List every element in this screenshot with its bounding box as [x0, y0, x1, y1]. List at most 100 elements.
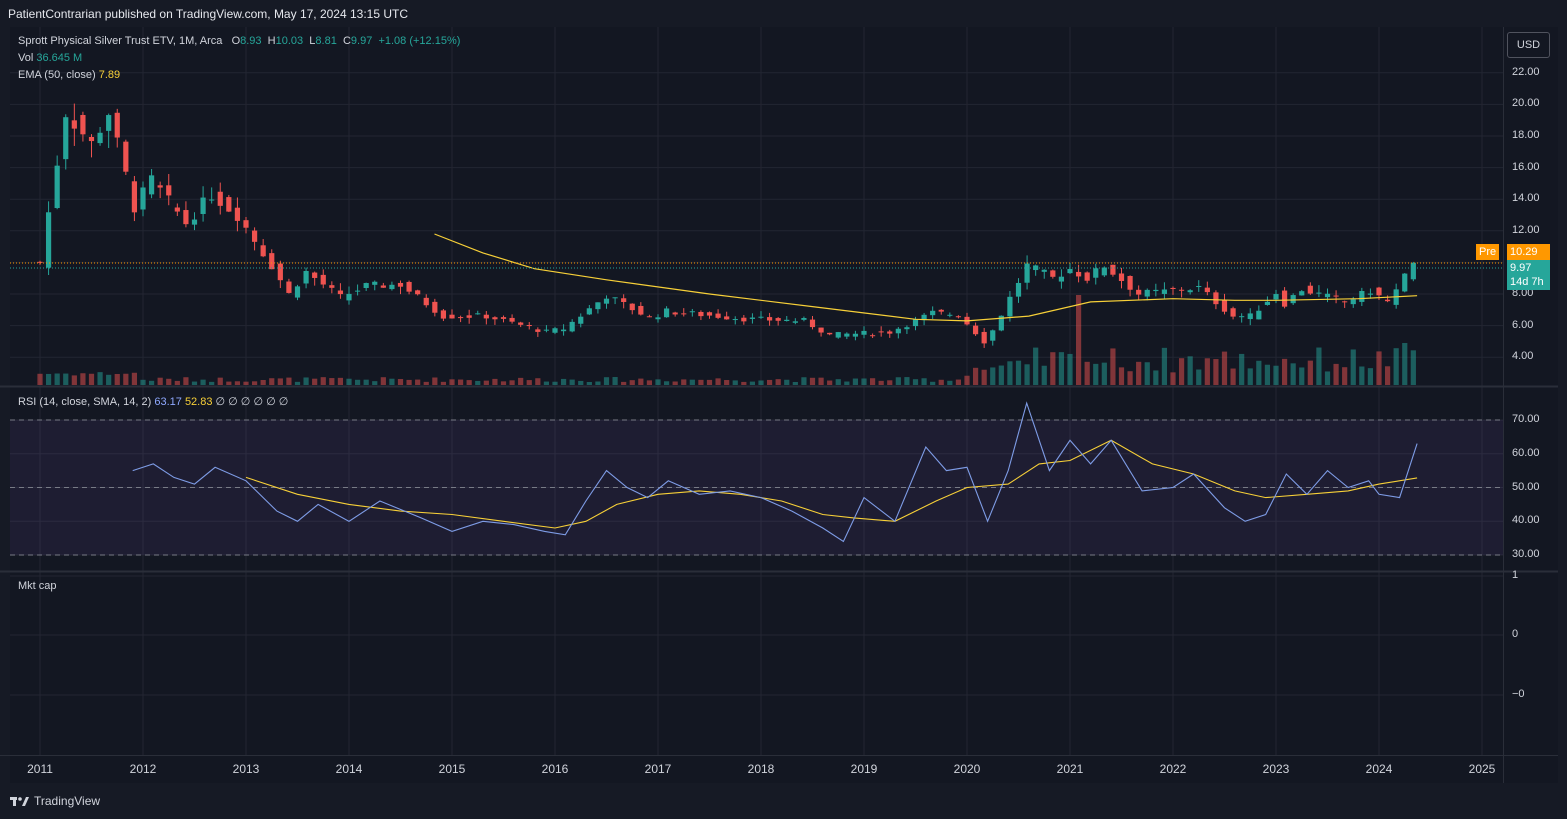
candle-body: [1359, 291, 1365, 302]
volume-bar: [749, 381, 756, 385]
candle-body: [689, 311, 695, 313]
volume-bar: [1161, 347, 1168, 385]
candle-body: [372, 281, 378, 285]
volume-bar: [698, 379, 704, 385]
candle-body: [784, 319, 790, 322]
candle-body: [1127, 275, 1133, 290]
volume-bar: [1350, 349, 1356, 385]
volume-bar: [1127, 371, 1133, 385]
volume-bar: [518, 377, 524, 385]
volume-bar: [981, 369, 987, 385]
candle-body: [818, 327, 824, 333]
candle-body: [200, 197, 206, 214]
volume-bar: [724, 380, 730, 385]
candle-body: [990, 330, 996, 341]
candle-body: [578, 316, 584, 324]
candle-body: [1041, 269, 1047, 272]
candle-body: [363, 283, 369, 288]
volume-bar: [406, 379, 412, 385]
candle-body: [217, 191, 223, 206]
candle-body: [904, 327, 910, 330]
candle-body: [1333, 295, 1339, 297]
price-tick-label: 12.00: [1512, 223, 1540, 236]
x-tick-label: 2016: [541, 762, 569, 776]
volume-bar: [1058, 352, 1065, 385]
volume-bar: [97, 372, 103, 385]
volume-bar: [174, 380, 180, 385]
price-tick-label: 18.00: [1512, 129, 1540, 141]
x-tick-label: 2015: [438, 762, 466, 776]
volume-bar: [1170, 372, 1176, 385]
chart-canvas[interactable]: [0, 0, 1567, 819]
candle-body: [226, 197, 232, 212]
volume-bar: [947, 380, 953, 385]
high-value: 10.03: [275, 35, 304, 47]
volume-bar: [148, 380, 155, 385]
volume-bar: [423, 381, 429, 385]
volume-label[interactable]: Vol: [18, 52, 33, 64]
currency-button[interactable]: USD: [1507, 32, 1550, 58]
footer-brand[interactable]: TradingView: [34, 794, 100, 808]
volume-bar: [543, 381, 550, 385]
candle-body: [706, 312, 713, 316]
volume-bar: [106, 374, 112, 385]
volume-bar: [346, 378, 352, 385]
last-price-box: 9.97 14d 7h: [1507, 260, 1550, 290]
mktcap-tick-label: 1: [1512, 569, 1519, 581]
candle-body: [1067, 268, 1073, 274]
symbol-title[interactable]: Sprott Physical Silver Trust ETV, 1M, Ar…: [18, 35, 222, 47]
volume-bar: [1324, 371, 1331, 385]
volume-bar: [37, 373, 43, 385]
candle-body: [260, 245, 266, 257]
volume-bar: [835, 379, 841, 385]
volume-bar: [784, 379, 790, 385]
volume-bar: [234, 381, 241, 385]
candle-body: [1290, 295, 1296, 304]
volume-bar: [1101, 362, 1107, 385]
volume-bar: [612, 377, 618, 385]
candle-body: [1384, 299, 1391, 302]
candle-body: [827, 332, 833, 335]
candle-body: [869, 335, 876, 337]
volume-bar: [1144, 362, 1150, 385]
pre-market-label: Pre: [1476, 244, 1500, 260]
volume-bar: [560, 378, 567, 385]
open-value: 8.93: [240, 35, 262, 47]
candle-body: [1402, 273, 1408, 292]
volume-bar: [1153, 370, 1159, 385]
candle-body: [432, 301, 438, 313]
volume-bar: [157, 377, 163, 385]
volume-bar: [569, 379, 575, 385]
candle-body: [981, 331, 987, 344]
volume-bar: [1307, 360, 1313, 385]
ema-label[interactable]: EMA (50, close): [18, 69, 96, 81]
mktcap-legend: Mkt cap: [18, 580, 57, 592]
volume-bar: [930, 381, 936, 385]
volume-legend: Vol 36.645 M: [18, 52, 82, 64]
volume-bar: [895, 377, 901, 385]
x-tick-label: 2020: [953, 762, 981, 776]
candle-body: [389, 284, 395, 290]
volume-bar: [1041, 365, 1047, 385]
rsi-label[interactable]: RSI (14, close, SMA, 14, 2): [18, 396, 151, 408]
candle-body: [1153, 289, 1159, 292]
volume-bar: [1204, 358, 1210, 385]
volume-bar: [1281, 358, 1288, 385]
volume-bar: [1024, 364, 1030, 385]
candle-body: [1007, 296, 1013, 317]
mktcap-label[interactable]: Mkt cap: [18, 580, 57, 592]
volume-bar: [183, 377, 189, 385]
candle-body: [71, 120, 77, 129]
rsi-tick-label: 60.00: [1512, 446, 1540, 459]
volume-bar: [1084, 361, 1090, 385]
x-tick-label: 2018: [747, 762, 775, 776]
candle-body: [1230, 308, 1236, 317]
volume-bar: [1264, 364, 1271, 385]
candle-body: [1367, 293, 1374, 295]
price-legend: Sprott Physical Silver Trust ETV, 1M, Ar…: [18, 35, 460, 47]
candle-body: [1075, 271, 1082, 277]
volume-bar: [63, 373, 69, 385]
candle-body: [681, 313, 687, 315]
candle-body: [895, 328, 901, 334]
ema-legend: EMA (50, close) 7.89: [18, 69, 120, 81]
